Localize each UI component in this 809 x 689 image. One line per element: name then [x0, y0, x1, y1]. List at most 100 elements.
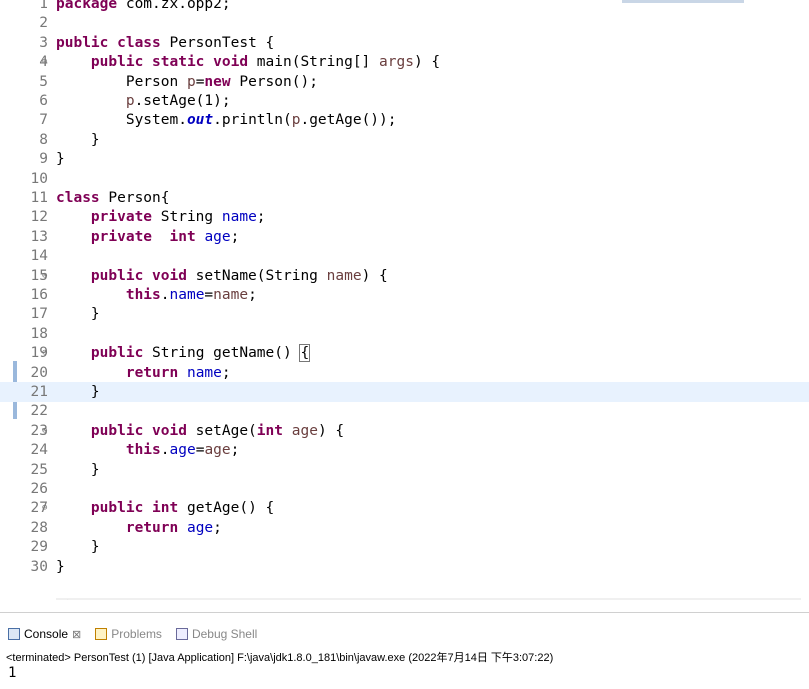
code-line[interactable]: 15 ⊖ public void setName(String name) { [0, 266, 809, 286]
code-text: public static void main(String[] args) { [90, 54, 441, 71]
line-number: 17 [30, 306, 48, 323]
code-line[interactable]: 18 [0, 324, 809, 344]
debug-shell-icon [175, 628, 188, 640]
code-text: } [56, 558, 65, 575]
line-number: 9 [39, 151, 48, 168]
code-text: } [56, 306, 100, 323]
code-line[interactable]: 10 [0, 169, 809, 189]
horizontal-scrollbar[interactable]: < [56, 596, 801, 600]
problems-icon [95, 628, 108, 640]
code-line[interactable]: 29 } [0, 537, 809, 557]
line-number: 24 [30, 442, 48, 459]
code-line[interactable]: 19 ⊖ public String getName() { [0, 343, 809, 363]
code-line[interactable]: 27 ⊖ public int getAge() { [0, 498, 809, 518]
tab-problems[interactable]: Problems [95, 627, 162, 641]
tab-console-label: Console [24, 627, 69, 641]
console-icon [8, 628, 20, 640]
code-text: public String getName() { [90, 344, 311, 363]
panel-divider [0, 612, 809, 613]
line-number: 3 [39, 34, 48, 51]
tab-debug-shell[interactable]: Debug Shell [175, 627, 258, 641]
code-text: } [56, 384, 100, 400]
code-text: public int getAge() { [90, 500, 275, 517]
code-text: Person p=new Person(); [56, 73, 318, 90]
code-text: public class PersonTest { [56, 34, 275, 51]
code-line[interactable]: 20 return name; [0, 363, 809, 383]
code-text: return age; [125, 519, 222, 536]
line-number: 18 [30, 325, 48, 342]
console-output[interactable]: 1 [8, 665, 16, 681]
code-line[interactable]: 26 [0, 479, 809, 499]
fold-toggle-icon[interactable]: ⊖ [42, 52, 47, 72]
code-line[interactable]: 14 [0, 246, 809, 266]
line-number: 29 [30, 539, 48, 556]
line-number: 7 [39, 112, 48, 129]
line-number: 14 [30, 248, 48, 265]
fold-toggle-icon[interactable]: ⊖ [42, 343, 47, 363]
code-text: private String name; [90, 209, 266, 226]
code-line[interactable]: 1 package com.zx.opp2; [0, 0, 809, 14]
code-line[interactable]: 5 Person p=new Person(); [0, 72, 809, 92]
line-number: 8 [39, 131, 48, 148]
line-number: 11 [30, 190, 48, 206]
code-line[interactable]: 16 this.name=name; [0, 285, 809, 305]
code-text: } [56, 461, 100, 478]
code-line[interactable]: 8 } [0, 130, 809, 150]
code-line[interactable]: 17 } [0, 304, 809, 324]
code-line[interactable]: 24 this.age=age; [0, 440, 809, 460]
code-line[interactable]: 30} [0, 557, 809, 577]
line-number: 22 [30, 403, 48, 420]
code-line[interactable]: 28 return age; [0, 518, 809, 538]
code-line[interactable]: 7 System.out.println(p.getAge()); [0, 110, 809, 130]
line-number: 16 [30, 287, 48, 303]
code-line[interactable]: 23 ⊖ public void setAge(int age) { [0, 421, 809, 441]
tab-console[interactable]: Console ⊠ [8, 627, 81, 641]
tab-problems-label: Problems [111, 627, 162, 641]
code-text: p.setAge(1); [125, 93, 231, 109]
console-tab-bar: Console ⊠ Problems Debug Shell [8, 624, 257, 644]
code-text: } [56, 539, 100, 556]
code-line[interactable]: 13 private int age; [0, 227, 809, 247]
code-text: } [56, 131, 100, 148]
code-line[interactable]: 9} [0, 149, 809, 169]
code-line[interactable]: 21 } [0, 382, 809, 402]
code-text: return name; [125, 364, 231, 381]
close-icon[interactable]: ⊠ [72, 628, 81, 641]
code-text: class Person{ [56, 190, 170, 206]
line-number: 2 [39, 15, 48, 32]
fold-toggle-icon[interactable]: ⊖ [42, 498, 47, 518]
line-number: 21 [30, 384, 48, 400]
code-text: public void setAge(int age) { [90, 422, 345, 439]
line-number: 6 [39, 93, 48, 109]
fold-toggle-icon[interactable]: ⊖ [42, 421, 47, 441]
line-number: 20 [30, 364, 48, 381]
line-number: 10 [30, 170, 48, 187]
tab-debug-shell-label: Debug Shell [191, 627, 258, 641]
code-line[interactable]: 22 [0, 401, 809, 421]
scroll-left-icon[interactable]: < [60, 596, 69, 600]
code-line[interactable]: 3 public class PersonTest { [0, 33, 809, 53]
code-line[interactable]: 25 } [0, 460, 809, 480]
code-line[interactable]: 11 class Person{ [0, 188, 809, 208]
console-status: <terminated> PersonTest (1) [Java Applic… [6, 652, 554, 664]
code-line[interactable]: 6 p.setAge(1); [0, 91, 809, 111]
line-number: 28 [30, 519, 48, 536]
fold-toggle-icon[interactable]: ⊖ [42, 266, 47, 286]
line-number: 13 [30, 228, 48, 245]
code-text: this.age=age; [125, 442, 240, 459]
line-number: 1 [39, 0, 48, 12]
line-number: 5 [39, 73, 48, 90]
code-text: public void setName(String name) { [90, 267, 388, 284]
code-line[interactable]: 12 private String name; [0, 207, 809, 227]
code-text: System.out.println(p.getAge()); [56, 112, 397, 129]
console-panel: Console ⊠ Problems Debug Shell <terminat… [0, 616, 809, 689]
code-line[interactable]: 4 ⊖ public static void main(String[] args… [0, 52, 809, 72]
line-number: 30 [30, 558, 48, 575]
code-text: this.name=name; [125, 287, 257, 303]
line-number: 25 [30, 461, 48, 478]
line-number: 26 [30, 481, 48, 497]
code-text: package com.zx.opp2; [56, 0, 231, 12]
code-line[interactable]: 2 [0, 13, 809, 33]
code-editor[interactable]: 1 package com.zx.opp2; 2 3 public class Pers… [0, 0, 809, 600]
code-text: } [56, 151, 65, 168]
